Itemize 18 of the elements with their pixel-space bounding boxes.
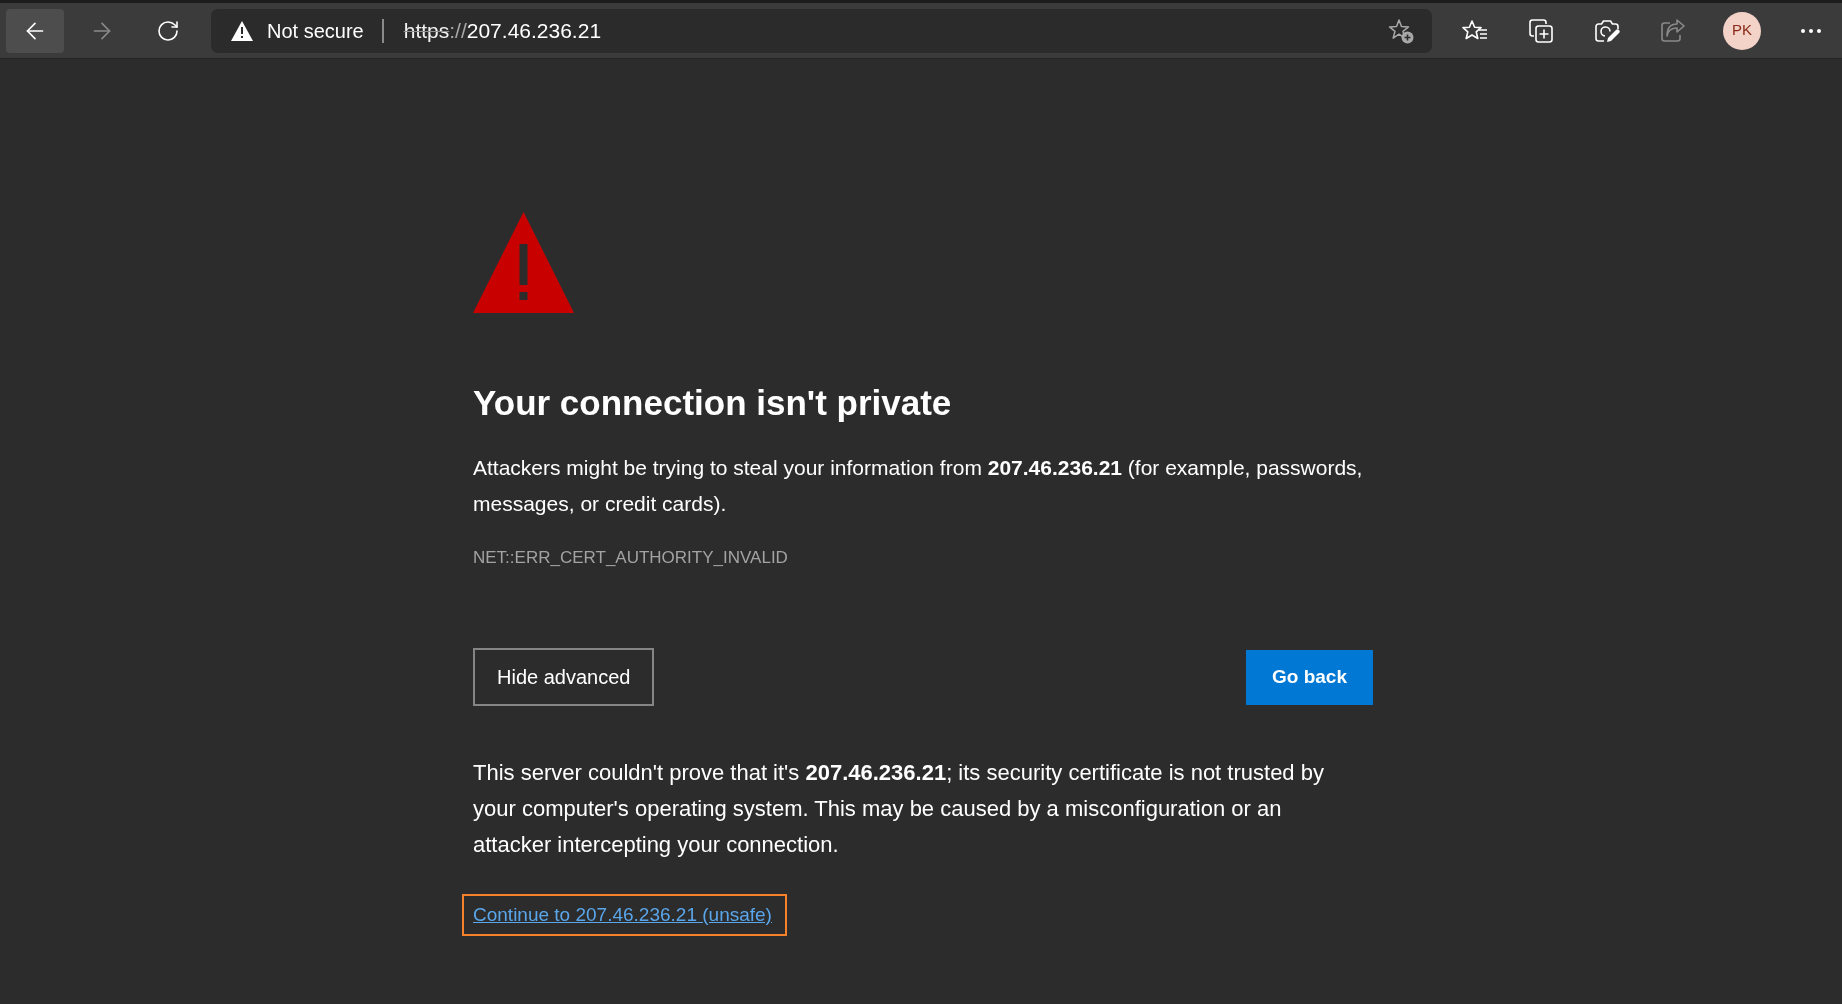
warning-icon — [231, 20, 253, 41]
collections-icon — [1528, 17, 1554, 44]
camera-pen-icon — [1594, 17, 1620, 44]
refresh-icon — [156, 18, 180, 43]
page-title: Your connection isn't private — [473, 382, 953, 424]
back-button[interactable] — [6, 8, 64, 53]
proceed-link[interactable]: Continue to 207.46.236.21 (unsafe) — [473, 900, 772, 930]
warning-message: Attackers might be trying to steal your information from 207.46.236.21 (for example, passwords, messages, or credit cards). — [473, 455, 1364, 517]
error-code: NET::ERR_CERT_AUTHORITY_INVALID — [473, 547, 789, 569]
warning-triangle-icon — [473, 212, 574, 313]
profile-avatar[interactable]: PK — [1723, 11, 1761, 50]
go-back-button[interactable]: Go back — [1246, 649, 1373, 705]
more-icon — [1801, 28, 1821, 33]
share-icon — [1660, 18, 1686, 43]
star-plus-icon — [1388, 17, 1414, 44]
details-text: This server couldn't prove that it's 207.46.236.21; its security certificate is not trusted by your computer's operating system. This may be caused by a misconfiguration or an attacker intercepting your connection. — [473, 759, 1325, 859]
security-label[interactable]: Not secure — [267, 15, 364, 46]
hide-advanced-button[interactable]: Hide advanced — [473, 648, 655, 706]
